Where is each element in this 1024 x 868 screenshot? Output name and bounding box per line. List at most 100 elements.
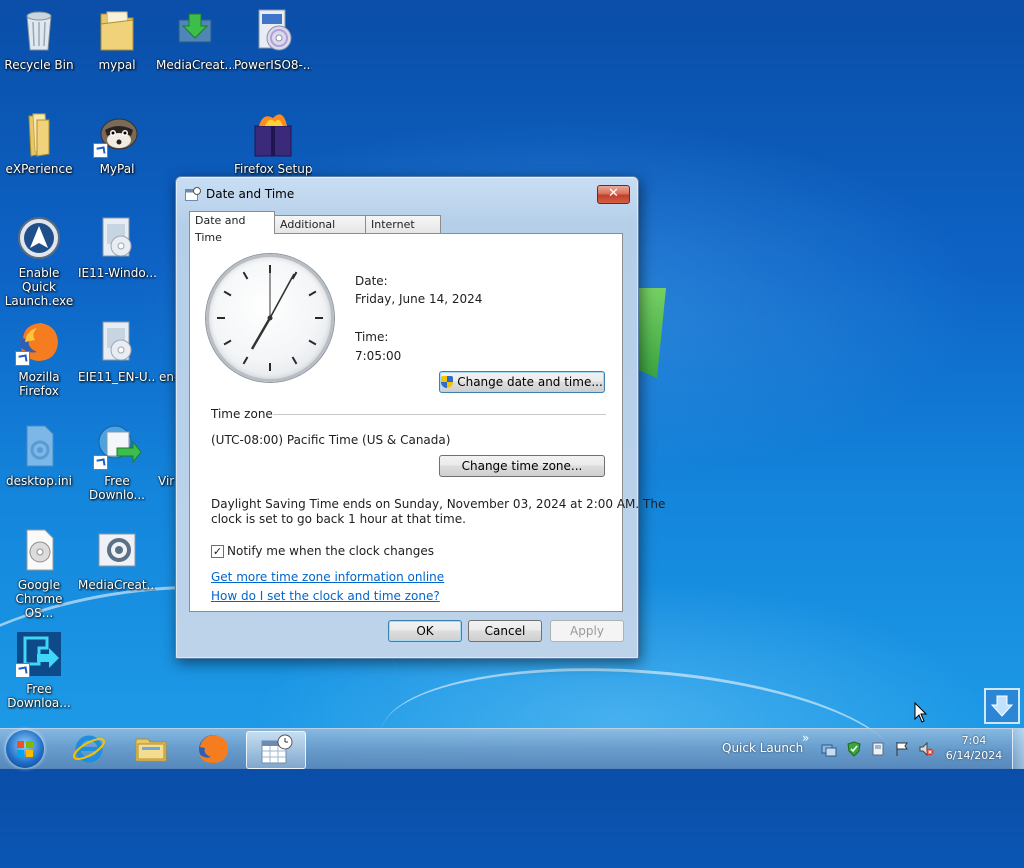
tray-security-shield-icon[interactable] bbox=[846, 741, 862, 757]
desktop-icon-label: EIE11_EN-U... bbox=[78, 370, 156, 384]
desktop-icon-media-creation[interactable]: MediaCreat... bbox=[156, 6, 234, 72]
desktop-icon-label: Google Chrome OS... bbox=[15, 578, 63, 620]
mypal-raccoon-icon bbox=[93, 110, 141, 158]
timezone-value: (UTC-08:00) Pacific Time (US & Canada) bbox=[211, 433, 451, 447]
change-time-zone-button[interactable]: Change time zone... bbox=[439, 455, 605, 477]
button-label: Cancel bbox=[484, 624, 526, 638]
uac-shield-icon bbox=[441, 376, 454, 388]
taskbar-firefox[interactable] bbox=[184, 731, 242, 767]
tray-device-icon[interactable] bbox=[870, 741, 886, 757]
desktop-icon-desktop-ini[interactable]: desktop.ini bbox=[0, 422, 78, 488]
close-button[interactable]: ✕ bbox=[597, 185, 630, 204]
ok-button[interactable]: OK bbox=[388, 620, 462, 642]
desktop-icon-label: MediaCreat... bbox=[78, 578, 156, 592]
start-button[interactable] bbox=[6, 730, 44, 768]
button-label: Change date and time... bbox=[457, 375, 603, 389]
cancel-button[interactable]: Cancel bbox=[468, 620, 542, 642]
taskbar-file-explorer[interactable] bbox=[122, 731, 180, 767]
minute-hand bbox=[269, 273, 295, 319]
desktop-icon-label: Recycle Bin bbox=[4, 58, 74, 72]
desktop-icon-mypal[interactable]: MyPal bbox=[78, 110, 156, 176]
desktop-icon-google-chrome-os[interactable]: Google Chrome OS... bbox=[0, 526, 78, 620]
desktop-icon-label: MediaCreat... bbox=[156, 58, 234, 72]
desktop-icon-label: Vir bbox=[158, 474, 175, 488]
desktop-icon-label: Free Downloa... bbox=[7, 682, 71, 710]
tray-network-icon[interactable] bbox=[821, 741, 837, 757]
media-creation-tool-icon bbox=[93, 526, 141, 574]
date-and-time-panel: Date: Friday, June 14, 2024 Time: 7:05:0… bbox=[189, 233, 665, 612]
desktop-icon-enable-quick-launch[interactable]: Enable Quick Launch.exe bbox=[0, 214, 78, 308]
shortcut-arrow-icon bbox=[15, 663, 30, 678]
free-download-manager-icon bbox=[93, 422, 142, 470]
desktop-icon-experience-folder[interactable]: eXPerience bbox=[0, 110, 78, 176]
firefox-icon bbox=[199, 735, 228, 763]
date-time-control-panel-icon bbox=[261, 734, 293, 764]
notify-checkbox[interactable]: ✓ bbox=[211, 545, 224, 558]
desktop-icon-label: Firefox Setup bbox=[234, 162, 312, 176]
quick-launch-chevron[interactable]: » bbox=[802, 731, 809, 745]
desktop-icon-mypal-folder[interactable]: mypal bbox=[78, 6, 156, 72]
clock-time: 7:04 bbox=[961, 734, 987, 747]
shortcut-arrow-icon bbox=[15, 351, 30, 366]
tab-internet-time[interactable]: Internet Time bbox=[365, 215, 441, 248]
tray-volume-muted-icon[interactable] bbox=[918, 741, 934, 757]
taskbar: Quick Launch » 7:04 6/14/2024 bbox=[0, 728, 1024, 769]
mouse-pointer-icon bbox=[914, 701, 928, 727]
quick-launch-toolbar[interactable]: Quick Launch bbox=[722, 741, 803, 755]
desktop-icon-label: PowerISO8-... bbox=[234, 58, 312, 72]
desktop-icon-label: en- bbox=[159, 370, 176, 384]
tray-clock[interactable]: 7:04 6/14/2024 bbox=[940, 733, 1008, 763]
desktop-icon-mozilla-firefox[interactable]: Mozilla Firefox bbox=[0, 318, 78, 398]
clock-date: 6/14/2024 bbox=[945, 749, 1003, 762]
button-label: Change time zone... bbox=[461, 459, 583, 473]
desktop-icon-poweriso[interactable]: PowerISO8-... bbox=[234, 6, 312, 72]
desktop-icon-en-file[interactable]: en- bbox=[156, 318, 176, 384]
desktop-icon-firefox-setup[interactable]: Firefox Setup bbox=[234, 110, 312, 176]
desktop-icon-label: Mozilla Firefox bbox=[18, 370, 60, 398]
desktop-icon-label: Free Downlo... bbox=[89, 474, 145, 502]
poweriso-installer-icon bbox=[249, 6, 297, 54]
taskbar-date-and-time[interactable] bbox=[246, 731, 306, 769]
settings-file-icon bbox=[15, 422, 63, 470]
free-download-manager-icon bbox=[15, 630, 63, 678]
close-icon: ✕ bbox=[608, 186, 619, 201]
tray-action-center-icon[interactable] bbox=[894, 741, 910, 757]
tab-additional-clocks[interactable]: Additional Clocks bbox=[274, 215, 366, 248]
desktop-icon-label: IE11-Windo... bbox=[78, 266, 156, 280]
date-time-app-icon bbox=[185, 187, 201, 201]
quick-launch-label: Quick Launch bbox=[722, 741, 804, 755]
wallpaper-logo-fragment bbox=[636, 288, 666, 378]
quick-launch-app-icon bbox=[15, 214, 63, 262]
desktop-icon-free-download-manager-2[interactable]: Free Downloa... bbox=[0, 630, 78, 710]
desktop-icon-free-download-manager[interactable]: Free Downlo... bbox=[78, 422, 156, 502]
desktop-icon-eie11[interactable]: EIE11_EN-U... bbox=[78, 318, 156, 384]
firefox-setup-icon bbox=[249, 110, 297, 158]
windows-logo-icon bbox=[17, 741, 33, 757]
ie11-installer-icon bbox=[93, 214, 141, 262]
desktop-icon-media-creation-2[interactable]: MediaCreat... bbox=[78, 526, 156, 592]
media-creation-tool-icon bbox=[171, 6, 219, 54]
desktop-icon-label: eXPerience bbox=[5, 162, 73, 176]
desktop-icon-recycle-bin[interactable]: Recycle Bin bbox=[0, 6, 78, 72]
analog-clock bbox=[206, 254, 334, 382]
download-notification-button[interactable] bbox=[984, 688, 1020, 724]
how-to-set-clock-link[interactable]: How do I set the clock and time zone? bbox=[211, 589, 440, 603]
file-icon bbox=[156, 422, 176, 470]
folder-icon bbox=[93, 6, 141, 54]
folder-icon bbox=[15, 110, 63, 158]
taskbar-internet-explorer[interactable] bbox=[60, 731, 118, 767]
clock-ticks bbox=[217, 265, 323, 371]
dst-info-line-2: clock is set to go back 1 hour at that t… bbox=[211, 512, 466, 526]
desktop-icon-vir-file[interactable]: Vir bbox=[156, 422, 176, 488]
change-date-and-time-button[interactable]: Change date and time... bbox=[439, 371, 605, 393]
notify-label: Notify me when the clock changes bbox=[227, 544, 434, 558]
download-arrow-icon bbox=[990, 695, 1014, 717]
disc-image-icon bbox=[15, 526, 63, 574]
dst-info-line-1: Daylight Saving Time ends on Sunday, Nov… bbox=[211, 497, 666, 511]
apply-button[interactable]: Apply bbox=[550, 620, 624, 642]
tab-date-and-time[interactable]: Date and Time bbox=[189, 211, 275, 244]
desktop-icon-ie11-windows[interactable]: IE11-Windo... bbox=[78, 214, 156, 280]
timezone-divider bbox=[273, 414, 606, 415]
show-desktop-button[interactable] bbox=[1012, 729, 1024, 769]
more-timezone-info-link[interactable]: Get more time zone information online bbox=[211, 570, 444, 584]
